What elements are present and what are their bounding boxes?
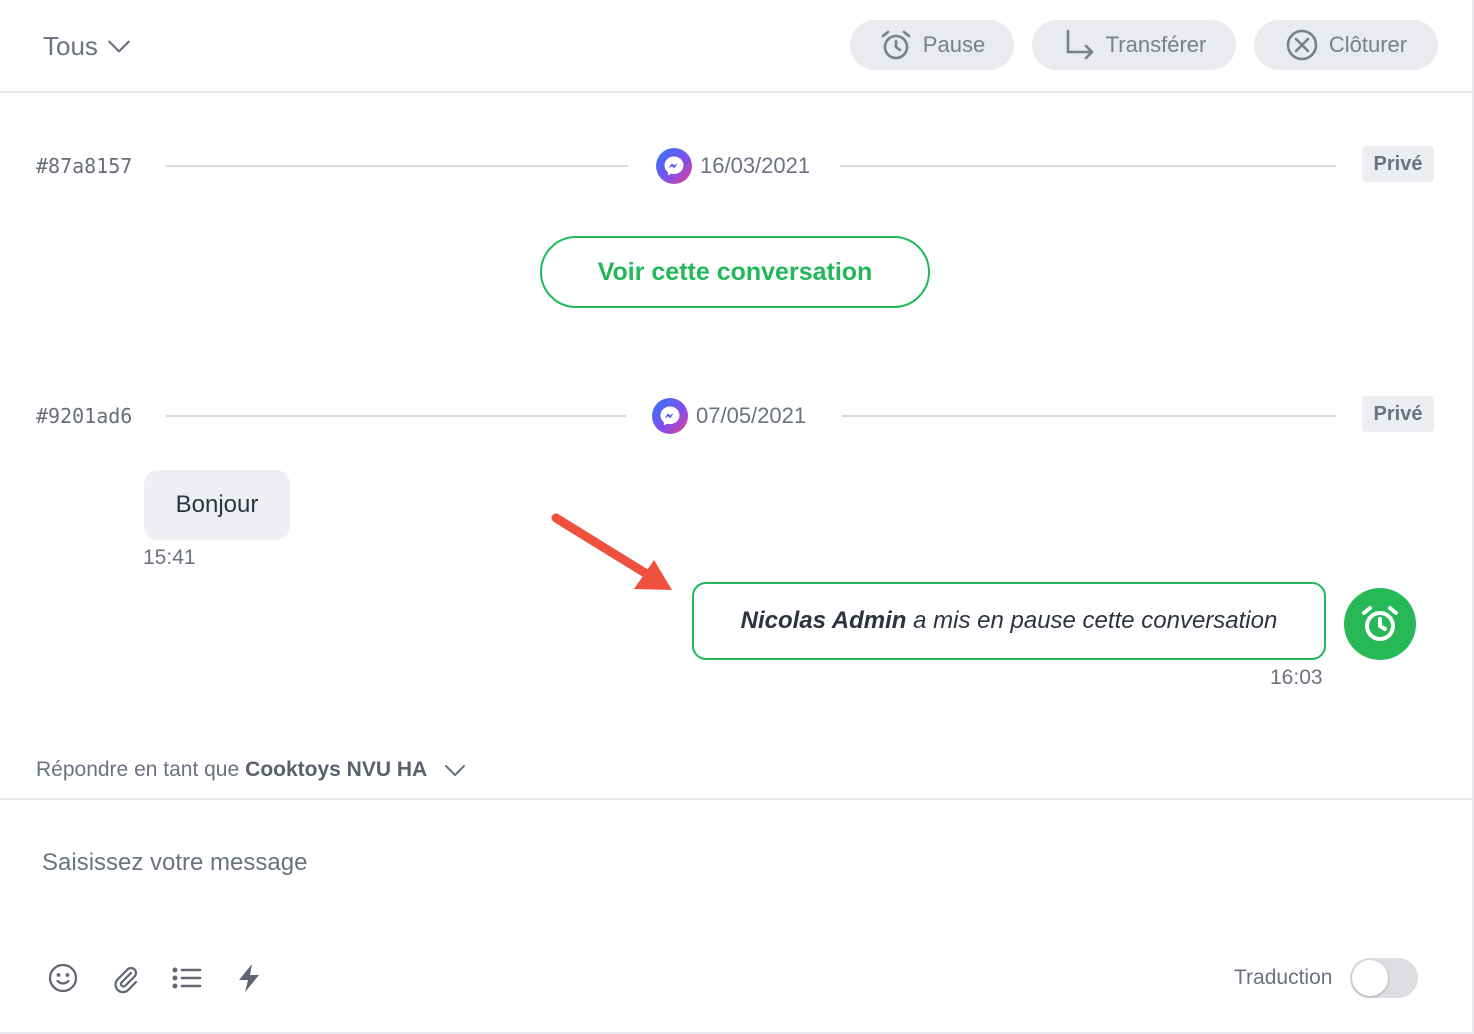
message-text: Bonjour [175,491,259,518]
annotation-arrow-icon [551,513,672,590]
view-conversation-button[interactable]: Voir cette conversation [540,236,930,308]
conversation-date-group: 16/03/2021 [656,146,810,186]
pause-event-message: Nicolas Admin a mis en pause cette conve… [692,582,1326,660]
transfer-button[interactable]: Transférer [1032,20,1236,70]
reply-as-selector[interactable]: Répondre en tant que Cooktoys NVU HA [36,756,467,784]
composer-divider [0,798,1472,800]
reply-as-prefix: Répondre en tant que [36,758,240,781]
conversation-id: #87a8157 [36,154,133,178]
divider [166,165,628,167]
close-label: Clôturer [1328,32,1408,57]
pause-button[interactable]: Pause [850,20,1014,70]
message-time: 16:03 [1270,666,1323,689]
conversation-date: 07/05/2021 [696,403,807,428]
filter-label: Tous [43,30,98,61]
conversation-separator: #9201ad6 07/05/2021 Privé [0,396,1472,436]
chevron-down-icon [108,40,130,53]
conversation-id: #9201ad6 [36,404,133,428]
list-button[interactable] [170,961,204,995]
conversation-panel: Tous Pause Transférer Clôturer #87a8157 … [0,0,1474,1034]
alarm-clock-icon [881,30,911,60]
translation-control: Traduction [1234,958,1419,998]
conversation-date: 16/03/2021 [700,153,811,178]
event-text: a mis en pause cette conversation [913,607,1278,634]
paperclip-icon [114,966,138,994]
visibility-badge: Privé [1362,146,1434,182]
message-time: 15:41 [143,546,196,569]
reply-as-account: Cooktoys NVU HA [245,758,428,781]
conversation-header: Tous Pause Transférer Clôturer [0,0,1472,93]
message-input[interactable] [42,838,1422,888]
pause-label: Pause [922,32,986,57]
attachment-button[interactable] [108,961,142,995]
transfer-arrow-icon [1066,29,1093,60]
list-icon [172,967,202,989]
messenger-icon [652,398,688,434]
divider [840,165,1336,167]
toggle-knob [1352,960,1389,996]
composer-toolbar [46,958,266,998]
translation-toggle[interactable] [1350,958,1419,998]
filter-dropdown[interactable]: Tous [43,28,132,64]
pause-event-avatar [1344,588,1416,660]
close-circle-icon [1286,29,1318,61]
close-conversation-button[interactable]: Clôturer [1254,20,1438,70]
quick-reply-button[interactable] [232,961,266,995]
emoji-button[interactable] [46,961,80,995]
lightning-icon [239,964,259,992]
messenger-icon [656,148,692,184]
emoji-icon [48,963,78,993]
visibility-badge: Privé [1362,396,1434,432]
translation-label: Traduction [1234,966,1333,989]
conversation-date-group: 07/05/2021 [652,396,806,436]
incoming-message: Bonjour [144,470,290,540]
divider [166,415,626,417]
conversation-separator: #87a8157 16/03/2021 Privé [0,146,1472,186]
alarm-clock-icon [1362,606,1398,641]
chevron-down-icon[interactable] [443,758,467,782]
transfer-label: Transférer [1105,32,1207,57]
event-actor: Nicolas Admin [740,607,907,634]
divider [842,415,1336,417]
